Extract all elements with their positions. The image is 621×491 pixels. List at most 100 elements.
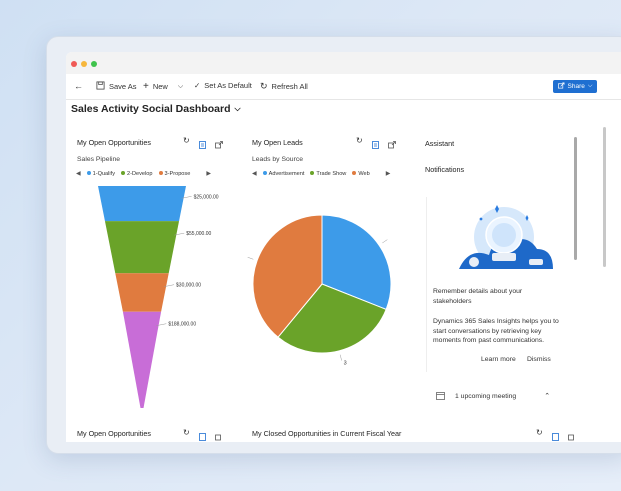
view-records-icon[interactable] — [198, 428, 206, 442]
funnel-segment[interactable] — [115, 273, 169, 312]
card-title: My Open Opportunities — [77, 138, 151, 147]
pie-chart: 3 — [247, 214, 392, 367]
expand-icon[interactable] — [387, 136, 396, 154]
legend-label: Trade Show — [316, 170, 347, 177]
view-records-icon[interactable] — [371, 136, 379, 154]
dismiss-link[interactable]: Dismiss — [527, 355, 551, 365]
legend-label: Advertisement — [268, 170, 305, 177]
pie-data-label: 3 — [344, 361, 347, 367]
leads-card: My Open Leads ↻ Leads by Source ◀ Advert… — [242, 128, 412, 418]
check-icon: ✓ — [194, 81, 201, 90]
page-scrollbar[interactable] — [603, 127, 606, 267]
close-window-button[interactable] — [71, 61, 77, 67]
crystal-ball-illustration-icon — [459, 205, 553, 269]
notifications-title: Notifications — [425, 165, 465, 174]
funnel-data-label: $25,000.00 — [194, 194, 219, 200]
legend-item[interactable]: Trade Show — [310, 171, 346, 177]
chart-subtitle: Leads by Source — [252, 156, 304, 163]
upcoming-meeting-row[interactable]: 1 upcoming meeting ⌃ — [428, 385, 586, 407]
refresh-all-label: Refresh All — [271, 82, 308, 91]
save-icon — [96, 81, 105, 92]
funnel-segment[interactable] — [98, 186, 186, 222]
legend-item[interactable]: 3-Propose — [158, 170, 191, 177]
view-records-icon[interactable] — [551, 428, 559, 442]
minimize-window-button[interactable] — [81, 61, 87, 67]
back-button[interactable]: ← — [74, 81, 83, 91]
funnel-data-label: $30,000.00 — [176, 283, 201, 289]
dashboard-selector[interactable]: Sales Activity Social Dashboard ⌵ — [71, 103, 241, 115]
maximize-window-button[interactable] — [91, 61, 97, 67]
learn-more-link[interactable]: Learn more — [481, 355, 516, 365]
legend-next-icon[interactable]: ▶ — [386, 170, 391, 177]
legend-prev-icon[interactable]: ◀ — [76, 170, 81, 177]
chevron-down-icon: ⌵ — [234, 104, 241, 113]
refresh-all-button[interactable]: ↻ Refresh All — [260, 81, 308, 92]
refresh-icon[interactable]: ↻ — [183, 136, 190, 154]
pie-leader-line — [339, 354, 342, 361]
chevron-up-icon[interactable]: ⌃ — [544, 392, 550, 400]
card-title: My Open Leads — [252, 138, 303, 147]
share-label: Share — [567, 83, 585, 90]
legend-label: 3-Propose — [164, 170, 191, 177]
legend-swatch — [352, 171, 357, 176]
legend-item[interactable]: 1-Qualify — [86, 170, 116, 177]
window-titlebar — [66, 52, 621, 74]
legend-prev-icon[interactable]: ◀ — [252, 170, 257, 177]
legend-item[interactable]: Advertisement — [262, 170, 305, 177]
assistant-title: Assistant — [425, 139, 455, 148]
refresh-icon[interactable]: ↻ — [536, 428, 543, 442]
opportunities-card: My Open Opportunities ↻ Sales Pipeline ◀… — [66, 128, 238, 418]
back-arrow-icon: ← — [74, 81, 83, 91]
assistant-notification-card: Remember details about your stakeholders… — [426, 197, 564, 372]
legend-swatch — [121, 171, 126, 176]
save-as-button[interactable]: Save As — [96, 81, 137, 92]
refresh-icon[interactable]: ↻ — [183, 428, 190, 442]
expand-icon[interactable] — [214, 428, 223, 442]
save-as-label: Save As — [109, 82, 137, 91]
card-actions: ↻ — [183, 428, 223, 442]
card-actions: ↻ — [183, 136, 223, 154]
expand-icon[interactable] — [567, 428, 576, 442]
legend-item[interactable]: 2-Develop — [121, 171, 153, 177]
share-button[interactable]: Share ⌵ — [553, 80, 597, 93]
funnel-chart: $25,000.00 $55,000.00 $30,000.00 $188,000.0… — [98, 186, 219, 408]
legend-swatch — [310, 171, 315, 176]
card-actions: ↻ — [536, 428, 576, 442]
browser-window: ← Save As + New ⌵ ✓ Set As Default ↻ Ref… — [66, 52, 621, 442]
page-title: Sales Activity Social Dashboard — [71, 103, 231, 115]
refresh-icon: ↻ — [260, 81, 268, 91]
card-actions: ↻ — [356, 136, 396, 154]
calendar-icon — [436, 391, 445, 402]
legend-label: 1-Qualify — [92, 170, 116, 177]
chevron-down-icon[interactable]: ⌵ — [178, 83, 183, 91]
legend-swatch — [262, 171, 267, 176]
legend-label: Web — [358, 170, 370, 177]
expand-icon[interactable] — [214, 136, 223, 154]
legend-swatch — [158, 171, 163, 176]
assistant-scrollbar[interactable] — [574, 137, 577, 260]
legend-swatch — [86, 171, 91, 176]
new-button[interactable]: + New ⌵ — [143, 81, 183, 92]
set-as-default-label: Set As Default — [204, 81, 252, 90]
legend-item[interactable]: Web — [352, 170, 370, 177]
plus-icon: + — [143, 81, 149, 92]
funnel-segment[interactable] — [122, 311, 162, 408]
legend-label: 2-Develop — [127, 170, 153, 177]
pie-leader-line — [382, 239, 388, 244]
refresh-icon[interactable]: ↻ — [356, 136, 363, 154]
legend-next-icon[interactable]: ▶ — [206, 170, 211, 177]
notification-headline: Remember details about your stakeholders — [433, 288, 523, 305]
funnel-data-label: $188,000.00 — [168, 322, 196, 328]
chart-subtitle: Sales Pipeline — [77, 156, 121, 163]
chart-legend: ◀ Advertisement Trade Show Web ▶ — [252, 170, 391, 178]
chevron-down-icon: ⌵ — [587, 83, 593, 89]
new-label: New — [152, 82, 168, 91]
chart-legend: ◀ 1-Qualify 2-Develop 3-Propose ▶ — [76, 170, 211, 178]
view-records-icon[interactable] — [198, 136, 206, 154]
share-icon — [557, 82, 565, 91]
pie-leader-line — [247, 257, 254, 260]
meeting-label: 1 upcoming meeting — [455, 392, 517, 400]
funnel-segment[interactable] — [104, 221, 180, 274]
set-as-default-button[interactable]: ✓ Set As Default — [194, 81, 252, 90]
bottom-right-card-title: My Closed Opportunities in Current Fisca… — [252, 429, 402, 438]
